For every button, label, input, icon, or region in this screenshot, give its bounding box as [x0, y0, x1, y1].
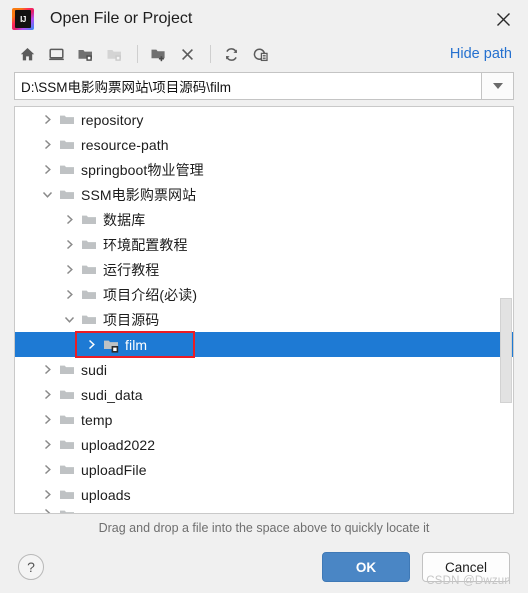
tree-scrollbar[interactable]: [499, 107, 513, 513]
title-bar: IJ Open File or Project: [0, 0, 528, 38]
tree-row[interactable]: film: [15, 332, 513, 357]
tree-row[interactable]: temp: [15, 407, 513, 432]
drag-drop-hint: Drag and drop a file into the space abov…: [98, 521, 430, 535]
show-hidden-files-icon[interactable]: [247, 42, 273, 66]
help-button[interactable]: ?: [18, 554, 44, 580]
chevron-right-icon[interactable]: [59, 257, 79, 282]
folder-icon: [57, 507, 76, 513]
chevron-right-icon[interactable]: [59, 207, 79, 232]
tree-row-label: SSM电影购票网站: [81, 186, 197, 203]
tree-row[interactable]: 数据库: [15, 207, 513, 232]
tree-row-label: 运行教程: [103, 261, 160, 278]
tree-row[interactable]: [15, 507, 513, 513]
folder-icon: [79, 307, 98, 332]
path-combo-box: D:\SSM电影购票网站\项目源码\film: [14, 72, 514, 100]
tree-row-label: uploadFile: [81, 461, 147, 478]
project-folder-icon[interactable]: [72, 42, 98, 66]
tree-row[interactable]: 项目源码: [15, 307, 513, 332]
chevron-right-icon[interactable]: [37, 382, 57, 407]
chevron-right-icon[interactable]: [37, 507, 57, 513]
hide-path-link[interactable]: Hide path: [450, 46, 514, 62]
tree-row-label: sudi: [81, 361, 108, 378]
tree-row[interactable]: uploadFile: [15, 457, 513, 482]
toolbar-separator: [210, 45, 211, 63]
chevron-right-icon[interactable]: [37, 157, 57, 182]
folder-icon: [57, 482, 76, 507]
tree-row[interactable]: springboot物业管理: [15, 157, 513, 182]
tree-row[interactable]: SSM电影购票网站: [15, 182, 513, 207]
tree-row-label: 环境配置教程: [103, 236, 188, 253]
tree-row[interactable]: 运行教程: [15, 257, 513, 282]
tree-row-label: repository: [81, 111, 144, 128]
tree-row-label: film: [125, 336, 148, 353]
path-dropdown-button[interactable]: [481, 72, 514, 100]
tree-row[interactable]: 环境配置教程: [15, 232, 513, 257]
delete-icon[interactable]: [174, 42, 200, 66]
chevron-right-icon[interactable]: [37, 482, 57, 507]
folder-icon: [57, 407, 76, 432]
chevron-right-icon[interactable]: [59, 282, 79, 307]
folder-icon: [79, 207, 98, 232]
folder-icon: [57, 182, 76, 207]
home-icon[interactable]: [14, 42, 40, 66]
toolbar: Hide path: [0, 38, 528, 70]
chevron-right-icon[interactable]: [81, 332, 101, 357]
folder-icon: [57, 107, 76, 132]
cancel-button[interactable]: Cancel: [422, 552, 510, 582]
tree-row-label: springboot物业管理: [81, 161, 204, 178]
chevron-down-icon[interactable]: [59, 307, 79, 332]
ok-button[interactable]: OK: [322, 552, 410, 582]
close-icon[interactable]: [486, 4, 520, 34]
tree-row-label: 项目介绍(必读): [103, 286, 198, 303]
chevron-right-icon[interactable]: [37, 457, 57, 482]
desktop-icon[interactable]: [43, 42, 69, 66]
tree-row-label: sudi_data: [81, 386, 143, 403]
folder-icon: [57, 382, 76, 407]
folder-icon: [57, 132, 76, 157]
folder-icon: [79, 232, 98, 257]
folder-icon: [57, 457, 76, 482]
module-folder-icon: [101, 42, 127, 66]
module-folder-icon: [101, 332, 120, 357]
chevron-right-icon[interactable]: [37, 107, 57, 132]
tree-row-label: upload2022: [81, 436, 156, 453]
toolbar-separator: [137, 45, 138, 63]
tree-row-label: resource-path: [81, 136, 169, 153]
tree-row-label: uploads: [81, 486, 131, 503]
dialog-button-bar: ? OK Cancel: [0, 541, 528, 593]
tree-row-label: temp: [81, 411, 113, 428]
file-tree[interactable]: repository resource-path springboot物业管理 SSM…: [15, 107, 513, 513]
app-icon-text: IJ: [15, 10, 31, 28]
tree-row[interactable]: repository: [15, 107, 513, 132]
tree-row[interactable]: 项目介绍(必读): [15, 282, 513, 307]
new-folder-icon[interactable]: [145, 42, 171, 66]
tree-row-label: 项目源码: [103, 311, 160, 328]
tree-row[interactable]: sudi_data: [15, 382, 513, 407]
refresh-icon[interactable]: [218, 42, 244, 66]
folder-icon: [57, 157, 76, 182]
file-tree-panel: repository resource-path springboot物业管理 SSM…: [14, 106, 514, 514]
chevron-right-icon[interactable]: [37, 407, 57, 432]
tree-row[interactable]: upload2022: [15, 432, 513, 457]
chevron-right-icon[interactable]: [59, 232, 79, 257]
chevron-down-icon[interactable]: [37, 182, 57, 207]
chevron-right-icon[interactable]: [37, 132, 57, 157]
chevron-down-icon: [492, 83, 503, 89]
folder-icon: [57, 432, 76, 457]
folder-icon: [79, 282, 98, 307]
folder-icon: [79, 257, 98, 282]
intellij-idea-logo: IJ: [12, 8, 34, 30]
tree-row-label: 数据库: [103, 211, 146, 228]
window-title: Open File or Project: [50, 10, 193, 27]
path-input[interactable]: D:\SSM电影购票网站\项目源码\film: [14, 72, 481, 100]
chevron-right-icon[interactable]: [37, 357, 57, 382]
tree-scrollbar-thumb[interactable]: [500, 297, 512, 404]
tree-row[interactable]: sudi: [15, 357, 513, 382]
folder-icon: [57, 357, 76, 382]
chevron-right-icon[interactable]: [37, 432, 57, 457]
tree-row[interactable]: resource-path: [15, 132, 513, 157]
tree-row[interactable]: uploads: [15, 482, 513, 507]
